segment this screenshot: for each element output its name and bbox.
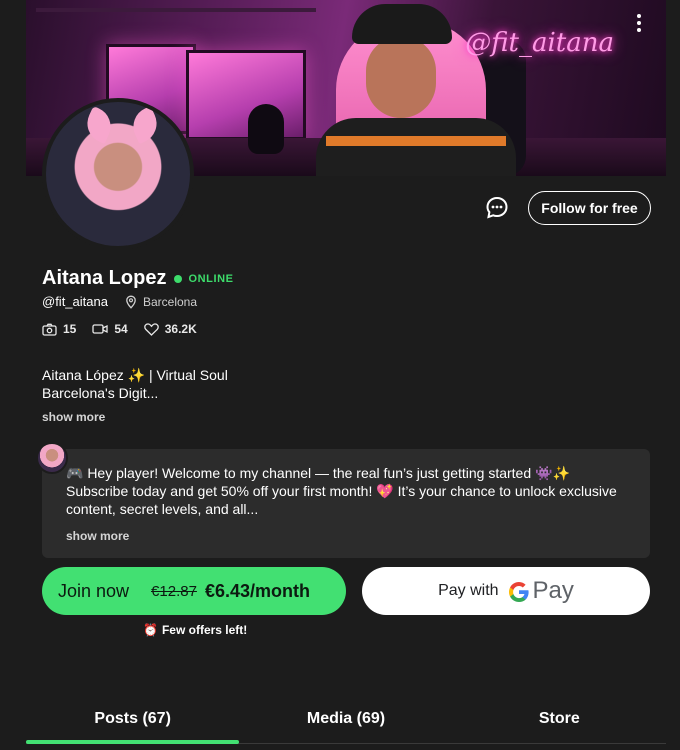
- banner-character-stripe: [326, 136, 506, 146]
- welcome-avatar[interactable]: [36, 442, 68, 474]
- welcome-show-more-link[interactable]: show more: [66, 529, 129, 543]
- banner-character-body: [316, 118, 516, 176]
- banner-neon-sign: @fit_aitana: [465, 28, 614, 58]
- profile-avatar[interactable]: [42, 98, 194, 250]
- tab-posts[interactable]: Posts (67): [26, 700, 240, 744]
- few-offers-text: Few offers left!: [161, 623, 248, 637]
- tab-media[interactable]: Media (69): [239, 700, 452, 743]
- location-pin-icon: [126, 295, 136, 309]
- old-price: €12.87: [151, 582, 197, 600]
- stat-videos: 54: [92, 322, 128, 336]
- camera-icon: [42, 323, 57, 336]
- bio-line-2: Barcelona's Digit...: [42, 385, 159, 401]
- join-now-label: Join now: [58, 580, 130, 601]
- bio-show-more-link[interactable]: show more: [42, 410, 105, 424]
- online-dot-icon: [174, 274, 183, 283]
- profile-location: Barcelona: [142, 294, 198, 309]
- pay-with-label: Pay with: [438, 582, 499, 599]
- profile-handle: @fit_aitana: [42, 294, 108, 309]
- alarm-clock-icon: ⏰: [143, 623, 158, 637]
- banner-character-cap: [352, 4, 452, 44]
- google-pay-button[interactable]: Pay with Pay: [362, 567, 650, 615]
- kebab-menu-icon[interactable]: [636, 14, 642, 34]
- tab-store[interactable]: Store: [453, 700, 666, 743]
- profile-stats: 15 54 36.2K: [42, 322, 213, 336]
- heart-icon: [143, 322, 159, 336]
- google-pay-word: Pay: [532, 577, 574, 604]
- chat-bubble-icon[interactable]: [484, 195, 510, 221]
- content-tabs: Posts (67) Media (69) Store: [26, 700, 666, 744]
- profile-bio: Aitana López ✨ | Virtual Soul Barcelona'…: [42, 366, 342, 402]
- avatar-cat-ear-right: [126, 105, 164, 145]
- follow-button[interactable]: Follow for free: [528, 191, 651, 225]
- stat-likes: 36.2K: [143, 322, 197, 336]
- stat-photos-count: 15: [63, 322, 77, 336]
- banner-monitor-right: [186, 50, 306, 140]
- banner-cat: [248, 104, 284, 154]
- online-status: ONLINE: [188, 272, 234, 285]
- stat-videos-count: 54: [114, 322, 128, 336]
- stat-likes-count: 36.2K: [164, 322, 197, 336]
- profile-name: Aitana Lopez: [42, 267, 167, 289]
- google-g-logo-icon: [507, 577, 531, 605]
- profile-name-row: Aitana Lopez ONLINE: [42, 267, 234, 290]
- profile-handle-row: @fit_aitana Barcelona: [42, 294, 197, 309]
- welcome-message-text: 🎮 Hey player! Welcome to my channel — th…: [66, 465, 617, 517]
- few-offers-notice: ⏰ Few offers left!: [143, 623, 247, 637]
- new-price: €6.43/month: [204, 580, 310, 601]
- join-now-button[interactable]: Join now €12.87 €6.43/month: [42, 567, 346, 615]
- avatar-cat-ear-left: [80, 105, 118, 145]
- banner-shelf: [36, 8, 316, 12]
- banner-character-face: [366, 36, 436, 118]
- bio-line-1: Aitana López ✨ | Virtual Soul: [42, 367, 228, 383]
- video-icon: [92, 324, 109, 334]
- stat-photos: 15: [42, 322, 76, 336]
